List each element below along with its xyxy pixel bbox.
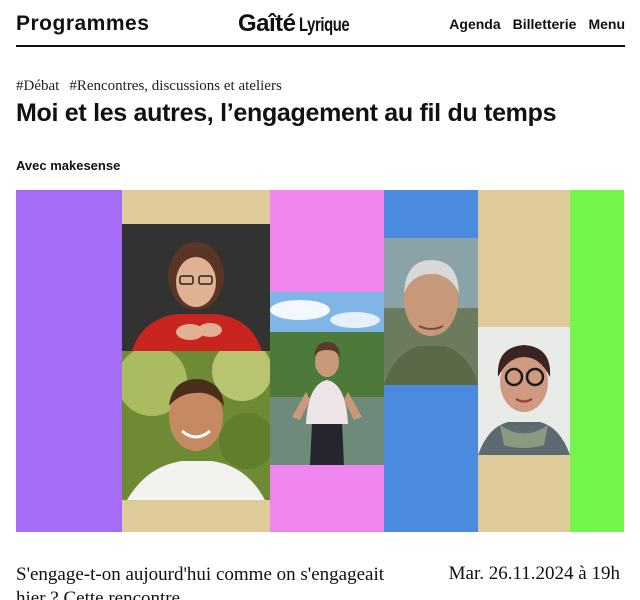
tag-debat[interactable]: #Débat [16,78,59,95]
event-title: Moi et les autres, l’engagement au fil d… [16,99,557,127]
nav-agenda[interactable]: Agenda [449,16,500,32]
portrait-woman-lake [270,292,384,465]
portrait-woman-red-top [122,224,270,351]
header-nav: Agenda Billetterie Menu [449,16,625,32]
portrait-man-smiling [122,351,270,500]
green-block [570,190,624,532]
programmes-link[interactable]: Programmes [16,12,149,36]
portrait-older-man [384,238,478,385]
nav-billetterie[interactable]: Billetterie [513,16,577,32]
event-subtitle: Avec makesense [16,158,121,173]
site-header: Programmes Gaîté Lyrique Agenda Billette… [16,0,625,47]
tag-rencontres[interactable]: #Rencontres, discussions et ateliers [69,78,281,95]
event-lead-text: S'engage-t-on aujourd'hui comme on s'eng… [16,564,384,600]
event-date: Mar. 26.11.2024 à 19h [448,563,620,584]
nav-menu[interactable]: Menu [588,16,625,32]
event-banner [16,190,624,532]
logo-sub-text: Lyrique [298,15,350,36]
site-logo[interactable]: Gaîté Lyrique [238,10,363,38]
event-tags: #Débat #Rencontres, discussions et ateli… [16,78,282,95]
logo-main-text: Gaîté [238,10,296,37]
portrait-woman-glasses [478,327,570,455]
purple-block [16,190,122,532]
